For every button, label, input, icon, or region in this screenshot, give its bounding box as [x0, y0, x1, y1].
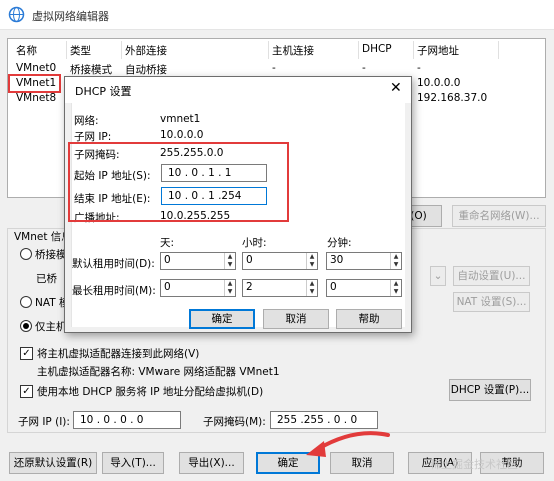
col-dhcp-header[interactable]: DHCP: [362, 43, 392, 55]
spinner-value: 30: [330, 254, 344, 266]
close-icon[interactable]: ✕: [390, 80, 402, 96]
spin-down-icon[interactable]: ▼: [307, 288, 317, 296]
network-label: 网络:: [74, 115, 99, 127]
col-host-header[interactable]: 主机连接: [272, 43, 314, 58]
default-lease-hours-spinner[interactable]: 0 ▲ ▼: [242, 252, 318, 270]
subnet-ip-field[interactable]: 10 . 0 . 0 . 0: [73, 411, 181, 429]
bridge-radio[interactable]: [20, 248, 32, 260]
col-subnet-header[interactable]: 子网地址: [417, 43, 459, 58]
spin-up-icon[interactable]: ▲: [225, 253, 235, 261]
network-editor-icon: [8, 6, 25, 23]
col-separator[interactable]: [413, 41, 414, 59]
import-button[interactable]: 导入(T)...: [102, 452, 164, 474]
col-type-header[interactable]: 类型: [70, 43, 91, 58]
lease-day-header: 天:: [160, 237, 175, 249]
dhcp-dialog-title: DHCP 设置: [75, 85, 132, 98]
use-dhcp-checkbox[interactable]: ✓: [20, 385, 33, 398]
max-lease-label: 最长租用时间(M):: [72, 285, 156, 297]
spinner-value: 0: [330, 281, 337, 293]
adapter-name-label: 主机虚拟适配器名称: VMware 网络适配器 VMnet1: [37, 366, 280, 378]
bridge-label: 桥接模: [35, 249, 67, 261]
lease-hour-header: 小时:: [242, 237, 267, 249]
subnet-mask-label: 子网掩码(M):: [203, 416, 266, 428]
export-button[interactable]: 导出(X)...: [179, 452, 244, 474]
network-value: vmnet1: [160, 113, 201, 125]
dhcp-ok-button[interactable]: 确定: [189, 309, 255, 329]
use-dhcp-label: 使用本地 DHCP 服务将 IP 地址分配给虚拟机(D): [37, 386, 264, 398]
col-external-header[interactable]: 外部连接: [125, 43, 167, 58]
host-only-radio[interactable]: [20, 320, 32, 332]
title-bar: 虚拟网络编辑器: [0, 0, 554, 30]
spin-up-icon[interactable]: ▲: [391, 253, 401, 261]
col-separator[interactable]: [66, 41, 67, 59]
col-separator[interactable]: [121, 41, 122, 59]
default-lease-label: 默认租用时间(D):: [72, 258, 155, 270]
max-lease-minutes-spinner[interactable]: 0 ▲ ▼: [326, 279, 402, 297]
ip-range-highlight-box: [68, 142, 289, 222]
row-vmnet0-host: -: [272, 62, 276, 74]
watermark-text: 稀土掘金技术社区: [430, 458, 518, 471]
auto-settings-button[interactable]: 自动设置(U)...: [453, 266, 530, 286]
spinner-value: 0: [164, 281, 171, 293]
row-vmnet0-dhcp: -: [362, 62, 366, 74]
row-vmnet0-external: 自动桥接: [125, 64, 167, 76]
bridged-to-label: 已桥: [36, 273, 57, 285]
col-separator[interactable]: [268, 41, 269, 59]
annotation-arrow-icon: [306, 431, 390, 457]
spin-down-icon[interactable]: ▼: [391, 261, 401, 269]
spin-down-icon[interactable]: ▼: [391, 288, 401, 296]
spin-up-icon[interactable]: ▲: [307, 280, 317, 288]
col-separator[interactable]: [358, 41, 359, 59]
dhcp-settings-button[interactable]: DHCP 设置(P)...: [449, 379, 531, 401]
dhcp-dialog-titlebar: DHCP 设置 ✕: [65, 77, 411, 103]
col-name-header[interactable]: 名称: [16, 43, 37, 58]
spinner-value: 0: [164, 254, 171, 266]
connect-adapter-checkbox[interactable]: ✓: [20, 347, 33, 360]
dhcp-cancel-button[interactable]: 取消: [263, 309, 329, 329]
row-vmnet0-subnet: -: [417, 62, 421, 74]
rename-network-button[interactable]: 重命名网络(W)...: [452, 205, 546, 227]
host-only-label: 仅主机: [35, 321, 67, 333]
lease-minute-header: 分钟:: [327, 237, 352, 249]
spin-up-icon[interactable]: ▲: [225, 280, 235, 288]
nat-radio[interactable]: [20, 296, 32, 308]
spin-up-icon[interactable]: ▲: [391, 280, 401, 288]
spin-down-icon[interactable]: ▼: [225, 288, 235, 296]
default-lease-minutes-spinner[interactable]: 30 ▲ ▼: [326, 252, 402, 270]
connect-adapter-label: 将主机虚拟适配器连接到此网络(V): [37, 348, 200, 360]
nat-settings-button[interactable]: NAT 设置(S)...: [453, 292, 530, 312]
restore-defaults-button[interactable]: 还原默认设置(R): [9, 452, 97, 474]
subnet-ip-label: 子网 IP (I):: [18, 416, 70, 428]
spinner-value: 2: [246, 281, 253, 293]
col-separator[interactable]: [498, 41, 499, 59]
dhcp-help-button[interactable]: 帮助: [336, 309, 402, 329]
row-vmnet0-type: 桥接模式: [70, 64, 112, 76]
bridge-dropdown-arrow[interactable]: ⌄: [430, 266, 446, 286]
vmnet1-highlight-box: [8, 74, 61, 93]
row-vmnet8-subnet: 192.168.37.0: [417, 92, 488, 104]
spinner-value: 0: [246, 254, 253, 266]
spin-down-icon[interactable]: ▼: [225, 261, 235, 269]
row-vmnet0-name[interactable]: VMnet0: [16, 62, 56, 74]
dhcp-subnet-ip-value: 10.0.0.0: [160, 129, 204, 141]
row-vmnet8-name[interactable]: VMnet8: [16, 92, 56, 104]
max-lease-days-spinner[interactable]: 0 ▲ ▼: [160, 279, 236, 297]
window-title: 虚拟网络编辑器: [32, 10, 109, 23]
max-lease-hours-spinner[interactable]: 2 ▲ ▼: [242, 279, 318, 297]
default-lease-days-spinner[interactable]: 0 ▲ ▼: [160, 252, 236, 270]
row-vmnet1-subnet: 10.0.0.0: [417, 77, 461, 89]
spin-down-icon[interactable]: ▼: [307, 261, 317, 269]
spin-up-icon[interactable]: ▲: [307, 253, 317, 261]
